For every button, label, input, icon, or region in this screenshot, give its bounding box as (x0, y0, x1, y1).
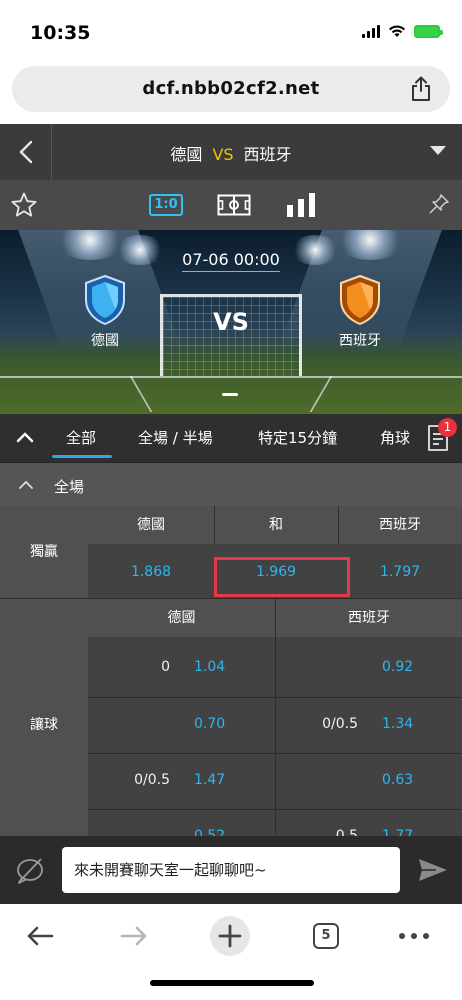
share-icon[interactable] (410, 76, 432, 102)
stats-chart-icon[interactable] (287, 193, 315, 217)
arrow-left-icon (27, 926, 54, 946)
status-bar: 10:35 (0, 0, 462, 64)
more-options-button[interactable] (394, 916, 434, 956)
home-team-name: 德國 (170, 145, 203, 164)
match-title[interactable]: 德國 VS 西班牙 (0, 141, 462, 165)
tab-count: 5 (313, 923, 339, 949)
vs-label: VS (212, 145, 234, 164)
match-header: 德國 VS 西班牙 (0, 124, 462, 180)
more-dots-icon (399, 933, 429, 939)
match-toolbar: 1:0 (0, 180, 462, 230)
handicap-odds-home[interactable]: 1.47 (194, 772, 225, 788)
handicap-odds-away[interactable]: 0.63 (382, 772, 413, 788)
market-tabs: 全部 全場 / 半場 特定15分鐘 角球 (0, 414, 462, 462)
kickoff-time: 07-06 00:00 (0, 250, 462, 272)
pitch-line (309, 376, 333, 412)
handicap-odds-away[interactable]: 0.92 (382, 659, 413, 675)
divider (88, 809, 462, 810)
away-team-name: 西班牙 (243, 145, 292, 164)
handicap-odds-home[interactable]: 0.52 (194, 828, 225, 836)
away-team-banner-name: 西班牙 (339, 333, 381, 349)
home-team-banner-name: 德國 (91, 333, 119, 349)
bet-slip-badge: 1 (438, 418, 457, 437)
new-tab-button[interactable] (210, 916, 250, 956)
browser-back-button[interactable] (20, 916, 60, 956)
handicap-header-home: 德國 (88, 599, 275, 637)
divider (338, 506, 339, 544)
pitch-view-icon[interactable] (217, 194, 251, 216)
moneyline-header-away: 西班牙 (338, 506, 462, 544)
chat-disabled-icon[interactable] (14, 857, 46, 885)
handicap-odds-home[interactable]: 1.04 (194, 659, 225, 675)
favorite-star-icon[interactable] (10, 191, 38, 219)
plus-circle (210, 916, 250, 956)
wifi-icon (389, 25, 405, 37)
signal-icon (362, 24, 380, 38)
pitch-line (0, 376, 462, 378)
home-team-shield-icon (85, 274, 125, 326)
plus-icon (218, 924, 242, 948)
handicap-line-away: 0/0.5 (322, 716, 358, 732)
market-label-handicap: 讓球 (0, 599, 88, 836)
tab-corners[interactable]: 角球 (380, 427, 410, 448)
divider (88, 753, 462, 754)
status-icons (362, 24, 443, 38)
handicap-line-home: 0 (161, 659, 170, 675)
arrow-right-icon (120, 926, 147, 946)
address-bar[interactable]: dcf.nbb02cf2.net (12, 66, 450, 112)
home-indicator (150, 980, 314, 986)
url-text: dcf.nbb02cf2.net (142, 78, 320, 99)
handicap-header-away: 西班牙 (276, 599, 462, 637)
handicap-line-away: 0.5 (335, 828, 358, 836)
match-banner: 07-06 00:00 VS 德國 西班牙 (0, 230, 462, 414)
collapse-chevron-up-icon[interactable] (16, 431, 34, 443)
browser-forward-button[interactable] (114, 916, 154, 956)
chat-input[interactable] (62, 847, 400, 893)
chevron-up-icon (19, 480, 33, 489)
moneyline-odds-away[interactable]: 1.797 (338, 564, 462, 580)
status-time: 10:35 (30, 22, 91, 44)
scoreboard-toggle[interactable]: 1:0 (149, 194, 183, 216)
banner-page-indicator (222, 393, 238, 396)
tab-full-half[interactable]: 全場 / 半場 (138, 427, 213, 448)
market-label-moneyline: 獨贏 (0, 506, 88, 598)
moneyline-header-home: 德國 (88, 506, 214, 544)
pin-icon[interactable] (428, 193, 450, 215)
away-team-shield-icon (340, 274, 380, 326)
moneyline-header-draw: 和 (214, 506, 338, 544)
tab-15-minutes[interactable]: 特定15分鐘 (258, 427, 337, 448)
handicap-odds-home[interactable]: 0.70 (194, 716, 225, 732)
active-tab-indicator (52, 455, 112, 458)
odds-table: 獨贏 德國 和 西班牙 1.868 1.969 1.797 讓球 德國 西班牙 … (0, 506, 462, 836)
dropdown-caret-icon[interactable] (430, 146, 446, 155)
battery-charging-icon (414, 24, 443, 38)
handicap-odds-away[interactable]: 1.34 (382, 716, 413, 732)
handicap-line-home: 0/0.5 (134, 772, 170, 788)
section-title: 全場 (54, 478, 85, 496)
handicap-odds-away[interactable]: 1.77 (382, 828, 413, 836)
tab-all[interactable]: 全部 (66, 427, 96, 448)
divider (214, 506, 215, 544)
highlight-box (214, 557, 350, 597)
send-icon[interactable] (418, 858, 448, 882)
tabs-button[interactable]: 5 (306, 916, 346, 956)
moneyline-odds-home[interactable]: 1.868 (88, 564, 214, 580)
chat-bar (0, 836, 462, 904)
pitch-line (129, 376, 153, 412)
divider (88, 697, 462, 698)
section-header-full-time[interactable]: 全場 (0, 462, 462, 506)
